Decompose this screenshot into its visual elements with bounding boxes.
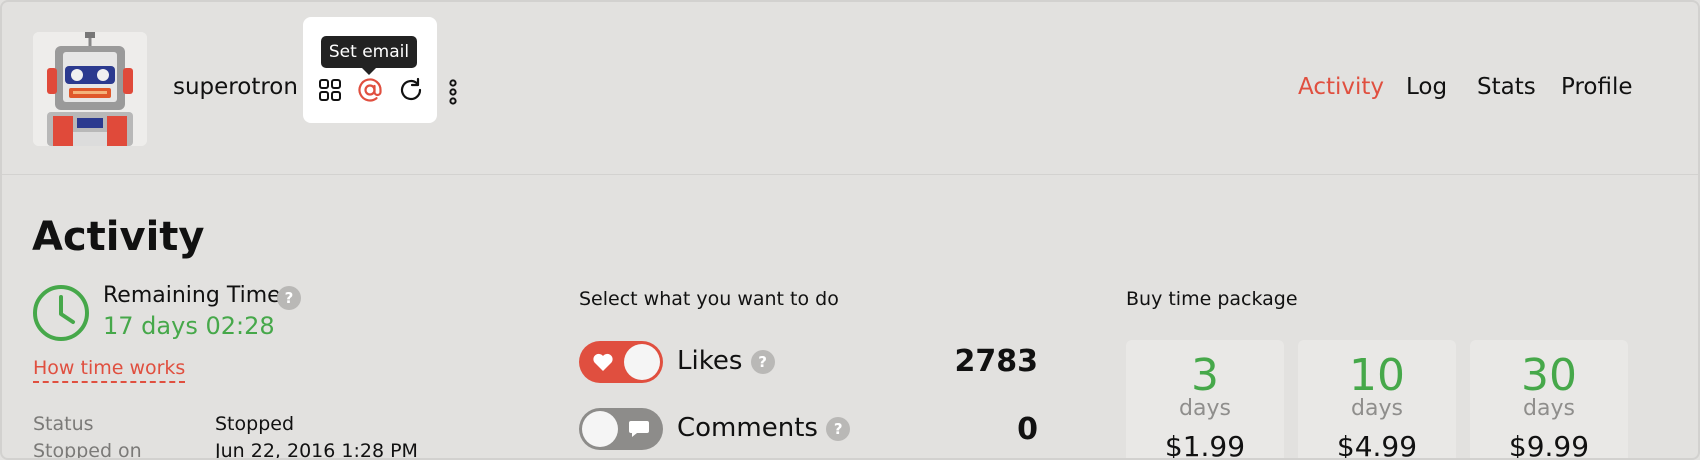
username: superotron: [173, 74, 298, 100]
actions-heading: Select what you want to do: [579, 288, 839, 310]
package-price: $1.99: [1164, 430, 1246, 460]
likes-label-text: Likes: [677, 346, 743, 376]
avatar[interactable]: [33, 32, 147, 146]
likes-toggle[interactable]: [579, 341, 663, 383]
comment-icon: [629, 421, 649, 437]
at-email-icon[interactable]: [356, 76, 384, 104]
comments-label-text: Comments: [677, 413, 818, 443]
remaining-time-help-icon[interactable]: ?: [277, 286, 301, 310]
package-days-number: 10: [1349, 350, 1405, 401]
package-days-unit: days: [1179, 396, 1231, 421]
toggle-knob: [582, 411, 618, 447]
grid-icon[interactable]: [316, 76, 344, 104]
nav-profile[interactable]: Profile: [1561, 74, 1633, 100]
refresh-icon[interactable]: [397, 76, 425, 104]
set-email-tooltip: Set email: [321, 36, 417, 75]
status-label: Status: [33, 413, 94, 435]
toggle-knob: [624, 344, 660, 380]
package-days-unit: days: [1523, 396, 1575, 421]
nav-activity[interactable]: Activity: [1298, 74, 1384, 100]
remaining-time-value: 17 days 02:28: [103, 312, 275, 340]
likes-count: 2783: [954, 344, 1039, 379]
more-vertical-icon[interactable]: [448, 79, 458, 105]
nav-stats[interactable]: Stats: [1477, 74, 1536, 100]
package-card-10-days[interactable]: 10 days $4.99: [1298, 340, 1456, 460]
comments-count: 0: [1017, 412, 1038, 447]
robot-avatar-image: [33, 32, 147, 146]
package-days-number: 3: [1191, 350, 1219, 401]
clock-icon: [33, 285, 89, 341]
page-title: Activity: [32, 214, 205, 260]
stopped-on-label: Stopped on: [33, 440, 142, 460]
likes-label: Likes ?: [677, 346, 775, 376]
how-time-works-link[interactable]: How time works: [33, 357, 186, 383]
top-header: superotron Set email Activity Log Stats …: [2, 2, 1698, 175]
app-window: superotron Set email Activity Log Stats …: [0, 0, 1700, 460]
comments-toggle[interactable]: [579, 408, 663, 450]
likes-help-icon[interactable]: ?: [750, 349, 775, 374]
comments-help-icon[interactable]: ?: [826, 416, 851, 441]
package-price: $9.99: [1508, 430, 1590, 460]
package-card-30-days[interactable]: 30 days $9.99: [1470, 340, 1628, 460]
package-card-3-days[interactable]: 3 days $1.99: [1126, 340, 1284, 460]
remaining-time-label: Remaining Time: [103, 283, 281, 308]
stopped-on-value: Jun 22, 2016 1:28 PM: [215, 440, 418, 460]
package-days-unit: days: [1351, 396, 1403, 421]
comments-label: Comments ?: [677, 413, 851, 443]
status-value: Stopped: [215, 413, 295, 435]
nav-log[interactable]: Log: [1406, 74, 1447, 100]
package-price: $4.99: [1336, 430, 1418, 460]
packages-heading: Buy time package: [1126, 288, 1298, 310]
package-days-number: 30: [1521, 350, 1577, 401]
heart-icon: [593, 353, 613, 371]
